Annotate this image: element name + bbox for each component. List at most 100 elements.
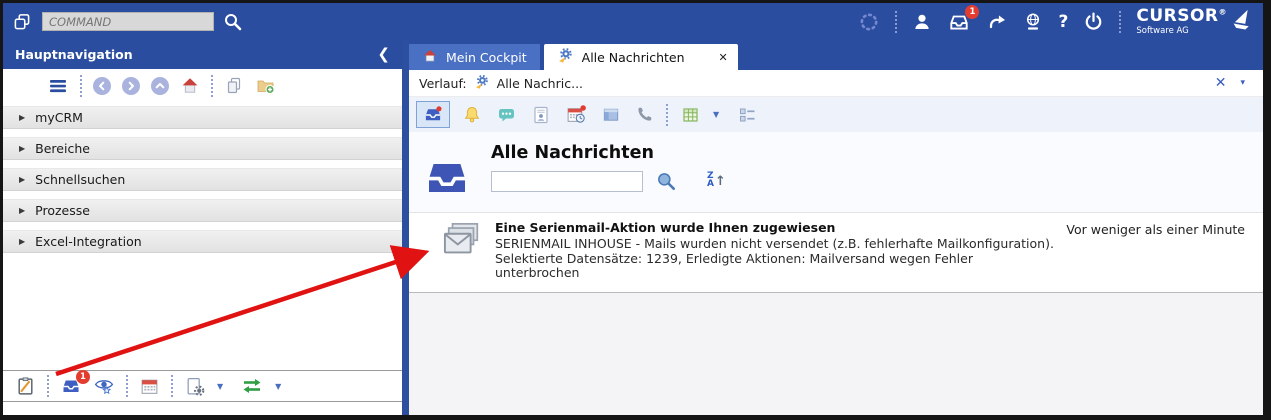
sidebar-item-mycrm[interactable]: ▶ myCRM xyxy=(3,106,402,129)
spinner-icon xyxy=(858,11,880,33)
sort-arrow: ↑ xyxy=(715,174,726,189)
message-toolbar-divider xyxy=(666,104,668,126)
message-timestamp: Vor weniger als einer Minute xyxy=(1066,221,1251,281)
history-item[interactable]: Alle Nachric... xyxy=(497,76,583,91)
message-list: Eine Serienmail-Aktion wurde Ihnen zugew… xyxy=(409,212,1263,293)
gear-arrow-icon xyxy=(557,47,574,67)
message-text: Eine Serienmail-Aktion wurde Ihnen zugew… xyxy=(495,221,1054,281)
sidebar-item-label: myCRM xyxy=(35,110,83,125)
page-title: Alle Nachrichten xyxy=(491,143,726,163)
inbox-messages-icon[interactable]: 1 xyxy=(60,376,82,396)
envelope-stack-icon xyxy=(443,221,483,281)
history-close-icon[interactable]: ✕ xyxy=(1215,75,1227,91)
sidebar-collapse-icon[interactable]: ❮ xyxy=(377,47,390,62)
message-toolbar: ▼ xyxy=(409,97,1263,132)
notifications-badge: 1 xyxy=(965,5,979,19)
home-icon[interactable] xyxy=(180,76,200,96)
brand-subtitle: Software AG xyxy=(1136,27,1227,36)
nav-back-icon[interactable] xyxy=(93,77,111,95)
watch-favorites-icon[interactable] xyxy=(93,376,115,397)
tab-close-icon[interactable]: ✕ xyxy=(719,51,728,64)
inbox-messages-badge: 1 xyxy=(76,370,90,384)
reminders-bell-icon[interactable] xyxy=(460,103,484,127)
sidebar-item-excel-integration[interactable]: ▶ Excel-Integration xyxy=(3,230,402,253)
chevron-right-icon: ▶ xyxy=(19,113,25,122)
sidebar-item-bereiche[interactable]: ▶ Bereiche xyxy=(3,137,402,160)
sidebar-item-label: Excel-Integration xyxy=(35,234,142,249)
redo-arrow-icon[interactable] xyxy=(986,12,1008,32)
sidebar: Hauptnavigation ❮ xyxy=(3,40,402,416)
bottom-toolbar-divider xyxy=(126,375,128,397)
menu-hamburger-icon[interactable] xyxy=(47,76,69,96)
tab-mein-cockpit[interactable]: Mein Cockpit xyxy=(409,44,540,70)
nav-up-icon[interactable] xyxy=(151,77,169,95)
all-messages-icon[interactable] xyxy=(416,101,450,128)
sidebar-bottom-toolbar: 1 xyxy=(3,370,402,402)
document-settings-icon[interactable] xyxy=(184,376,206,397)
app-window: 1 ? xyxy=(0,0,1271,420)
sidebar-accordion: ▶ myCRM ▶ Bereiche ▶ Schnellsuchen ▶ Pro… xyxy=(3,102,402,253)
sidebar-bottom-strip xyxy=(3,402,402,416)
message-row[interactable]: Eine Serienmail-Aktion wurde Ihnen zugew… xyxy=(409,213,1263,292)
sidebar-toolbar-divider xyxy=(80,75,82,97)
sidebar-item-label: Prozesse xyxy=(35,203,90,218)
sort-letter-a: A xyxy=(707,181,714,189)
sidebar-item-label: Bereiche xyxy=(35,141,90,156)
chat-icon[interactable] xyxy=(494,103,519,127)
modules-icon[interactable] xyxy=(11,11,33,33)
topbar: 1 ? xyxy=(3,3,1263,40)
tab-label: Mein Cockpit xyxy=(446,50,527,65)
chevron-down-icon[interactable]: ▼ xyxy=(275,382,281,391)
user-icon[interactable] xyxy=(912,12,932,32)
notifications-inbox-icon[interactable]: 1 xyxy=(947,11,971,33)
history-label: Verlauf: xyxy=(419,76,467,91)
panel-divider[interactable] xyxy=(402,40,409,416)
chevron-down-icon[interactable]: ▼ xyxy=(713,110,719,119)
history-bar: Verlauf: Alle Nachric... ✕ ▾ xyxy=(409,70,1263,97)
message-search-input[interactable] xyxy=(491,171,643,192)
phone-icon[interactable] xyxy=(633,103,656,126)
sort-icon[interactable]: Z A ↑ xyxy=(707,173,726,188)
search-icon[interactable] xyxy=(655,170,677,192)
command-input[interactable] xyxy=(42,12,214,31)
nav-forward-icon[interactable] xyxy=(122,77,140,95)
sidebar-item-schnellsuchen[interactable]: ▶ Schnellsuchen xyxy=(3,168,402,191)
calendar-clock-icon[interactable] xyxy=(563,102,589,127)
calendar-icon[interactable] xyxy=(139,376,160,397)
chevron-right-icon: ▶ xyxy=(19,144,25,153)
tab-alle-nachrichten[interactable]: Alle Nachrichten ✕ xyxy=(544,44,738,70)
folder-add-icon[interactable] xyxy=(255,76,276,96)
content-empty-area xyxy=(409,293,1263,416)
message-title: Eine Serienmail-Aktion wurde Ihnen zugew… xyxy=(495,221,1054,236)
contact-document-icon[interactable] xyxy=(529,103,553,127)
command-search-icon[interactable] xyxy=(223,12,243,32)
gear-arrow-icon xyxy=(474,74,490,93)
power-icon[interactable] xyxy=(1083,11,1104,32)
sidebar-title: Hauptnavigation xyxy=(15,47,133,62)
help-icon[interactable]: ? xyxy=(1058,12,1068,32)
messages-content: Alle Nachrichten Z xyxy=(409,132,1263,416)
chevron-right-icon: ▶ xyxy=(19,237,25,246)
web-remote-icon[interactable] xyxy=(1023,11,1043,33)
sync-icon[interactable] xyxy=(240,376,264,396)
table-view-icon[interactable] xyxy=(678,103,703,127)
chevron-right-icon: ▶ xyxy=(19,175,25,184)
content-header: Alle Nachrichten Z xyxy=(409,132,1263,199)
brand-name: CURSOR® xyxy=(1136,6,1227,26)
tab-bar: Mein Cockpit Alle Nachrichten ✕ xyxy=(409,40,1263,70)
sidebar-item-prozesse[interactable]: ▶ Prozesse xyxy=(3,199,402,222)
chevron-right-icon: ▶ xyxy=(19,206,25,215)
tab-label: Alle Nachrichten xyxy=(582,50,685,65)
copy-icon[interactable] xyxy=(224,76,244,96)
search-row: Z A ↑ xyxy=(491,170,726,192)
form-view-icon[interactable] xyxy=(735,103,760,127)
chevron-down-icon[interactable]: ▼ xyxy=(217,382,223,391)
history-dropdown-icon[interactable]: ▾ xyxy=(1240,78,1245,88)
panel-layout-icon[interactable] xyxy=(599,103,623,126)
sidebar-toolbar-divider xyxy=(211,75,213,97)
message-line2: Selektierte Datensätze: 1239, Erledigte … xyxy=(495,252,1054,282)
notes-clipboard-icon[interactable] xyxy=(15,376,36,397)
sidebar-spacer xyxy=(3,253,402,370)
bottom-toolbar-divider xyxy=(171,375,173,397)
sidebar-toolbar xyxy=(3,69,402,102)
